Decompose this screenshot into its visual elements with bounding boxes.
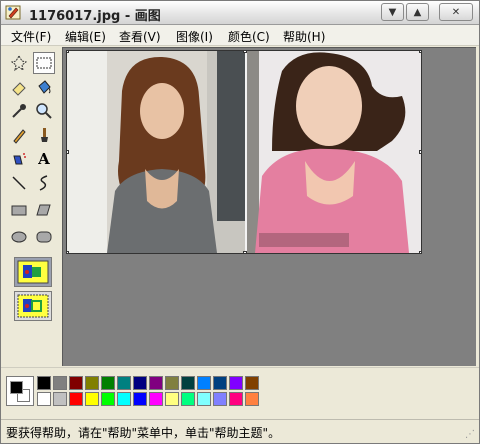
line-icon	[12, 176, 26, 190]
tool-line[interactable]	[8, 172, 30, 194]
rect-select-icon	[36, 57, 52, 69]
foreground-color[interactable]	[10, 381, 23, 394]
color-swatch[interactable]	[213, 392, 227, 406]
rounded-rect-icon	[36, 231, 52, 243]
airbrush-icon	[13, 153, 26, 165]
fill-bucket-icon	[38, 80, 51, 94]
status-text: 要获得帮助，请在"帮助"菜单中，单击"帮助主题"。	[6, 426, 281, 440]
color-swatch[interactable]	[133, 376, 147, 390]
color-swatch[interactable]	[229, 392, 243, 406]
option-opaque[interactable]	[14, 257, 52, 287]
color-swatch[interactable]	[149, 392, 163, 406]
resize-handle[interactable]	[67, 150, 69, 154]
close-icon: ✕	[451, 6, 461, 18]
menu-view[interactable]: 查看(V)	[119, 28, 161, 45]
resize-handle[interactable]	[243, 51, 247, 53]
tool-magnifier[interactable]	[33, 100, 55, 122]
tool-pencil[interactable]	[8, 124, 30, 146]
current-colors[interactable]	[6, 376, 34, 406]
status-bar: 要获得帮助，请在"帮助"菜单中，单击"帮助主题"。 ⋰	[1, 419, 479, 443]
color-swatch[interactable]	[245, 392, 259, 406]
canvas-area[interactable]	[62, 47, 476, 366]
resize-grip-icon[interactable]: ⋰	[465, 429, 477, 441]
tool-curve[interactable]	[33, 172, 55, 194]
color-swatch[interactable]	[229, 376, 243, 390]
resize-handle[interactable]	[419, 51, 421, 53]
ellipse-icon	[11, 231, 27, 243]
menu-help[interactable]: 帮助(H)	[283, 28, 325, 45]
color-swatch[interactable]	[117, 376, 131, 390]
minimize-button[interactable]: ▼	[381, 3, 404, 21]
curve-icon	[39, 175, 48, 191]
color-swatch[interactable]	[85, 392, 99, 406]
tool-rect-select[interactable]	[33, 52, 55, 74]
pencil-icon	[13, 129, 26, 144]
menu-file[interactable]: 文件(F)	[11, 28, 51, 45]
tool-rectangle[interactable]	[8, 199, 30, 221]
color-swatch[interactable]	[245, 376, 259, 390]
title-bar[interactable]: 1176017.jpg - 画图 ▼ ▲ ✕	[1, 1, 479, 25]
tool-eraser[interactable]	[8, 76, 30, 98]
menu-image[interactable]: 图像(I)	[176, 28, 213, 45]
photo-image	[67, 51, 421, 253]
color-swatch[interactable]	[149, 376, 163, 390]
menu-colors[interactable]: 颜色(C)	[228, 28, 270, 45]
paint-app-icon	[5, 4, 22, 21]
toolbox: A	[5, 49, 61, 367]
color-swatch[interactable]	[101, 376, 115, 390]
image-canvas[interactable]	[66, 50, 422, 254]
brush-icon	[41, 128, 48, 142]
color-palette	[1, 367, 479, 419]
resize-handle[interactable]	[419, 150, 421, 154]
tool-ellipse[interactable]	[8, 226, 30, 248]
color-swatch[interactable]	[37, 376, 51, 390]
minimize-icon: ▼	[388, 6, 397, 18]
menu-bar: 文件(F) 编辑(E) 查看(V) 图像(I) 颜色(C) 帮助(H)	[1, 25, 479, 46]
resize-handle[interactable]	[67, 51, 69, 53]
maximize-button[interactable]: ▲	[406, 3, 429, 21]
window-title: 1176017.jpg - 画图	[29, 9, 161, 24]
color-swatch[interactable]	[165, 376, 179, 390]
transparent-option-icon	[17, 294, 49, 318]
color-swatch[interactable]	[133, 392, 147, 406]
maximize-icon: ▲	[413, 6, 422, 18]
color-swatch[interactable]	[181, 376, 195, 390]
resize-handle[interactable]	[243, 251, 247, 253]
tool-free-select[interactable]	[8, 52, 30, 74]
tool-polygon[interactable]	[33, 199, 55, 221]
tool-brush[interactable]	[33, 124, 55, 146]
color-swatch[interactable]	[37, 392, 51, 406]
magnifier-icon	[36, 103, 52, 119]
color-swatch[interactable]	[85, 376, 99, 390]
color-swatch[interactable]	[69, 376, 83, 390]
free-select-icon	[10, 55, 28, 72]
resize-handle[interactable]	[67, 251, 69, 253]
paint-window: 1176017.jpg - 画图 ▼ ▲ ✕ 文件(F) 编辑(E) 查看(V)…	[0, 0, 480, 444]
tool-airbrush[interactable]	[8, 148, 30, 170]
tool-color-picker[interactable]	[8, 100, 30, 122]
color-swatch[interactable]	[101, 392, 115, 406]
color-swatch[interactable]	[165, 392, 179, 406]
color-swatch[interactable]	[197, 392, 211, 406]
tool-text[interactable]: A	[33, 148, 55, 170]
menu-edit[interactable]: 编辑(E)	[65, 28, 106, 45]
tool-rounded-rect[interactable]	[33, 226, 55, 248]
polygon-icon	[36, 204, 51, 216]
color-swatch[interactable]	[69, 392, 83, 406]
rectangle-icon	[11, 205, 27, 216]
option-transparent[interactable]	[14, 291, 52, 321]
close-button[interactable]: ✕	[439, 3, 473, 21]
color-swatch[interactable]	[117, 392, 131, 406]
color-swatch[interactable]	[197, 376, 211, 390]
tool-fill[interactable]	[33, 76, 55, 98]
resize-handle[interactable]	[419, 251, 421, 253]
eraser-icon	[12, 82, 26, 96]
text-icon: A	[38, 150, 50, 168]
color-swatch[interactable]	[53, 392, 67, 406]
opaque-option-icon	[17, 260, 49, 284]
color-swatch[interactable]	[53, 376, 67, 390]
color-picker-icon	[12, 104, 26, 118]
color-swatch[interactable]	[213, 376, 227, 390]
color-swatch[interactable]	[181, 392, 195, 406]
